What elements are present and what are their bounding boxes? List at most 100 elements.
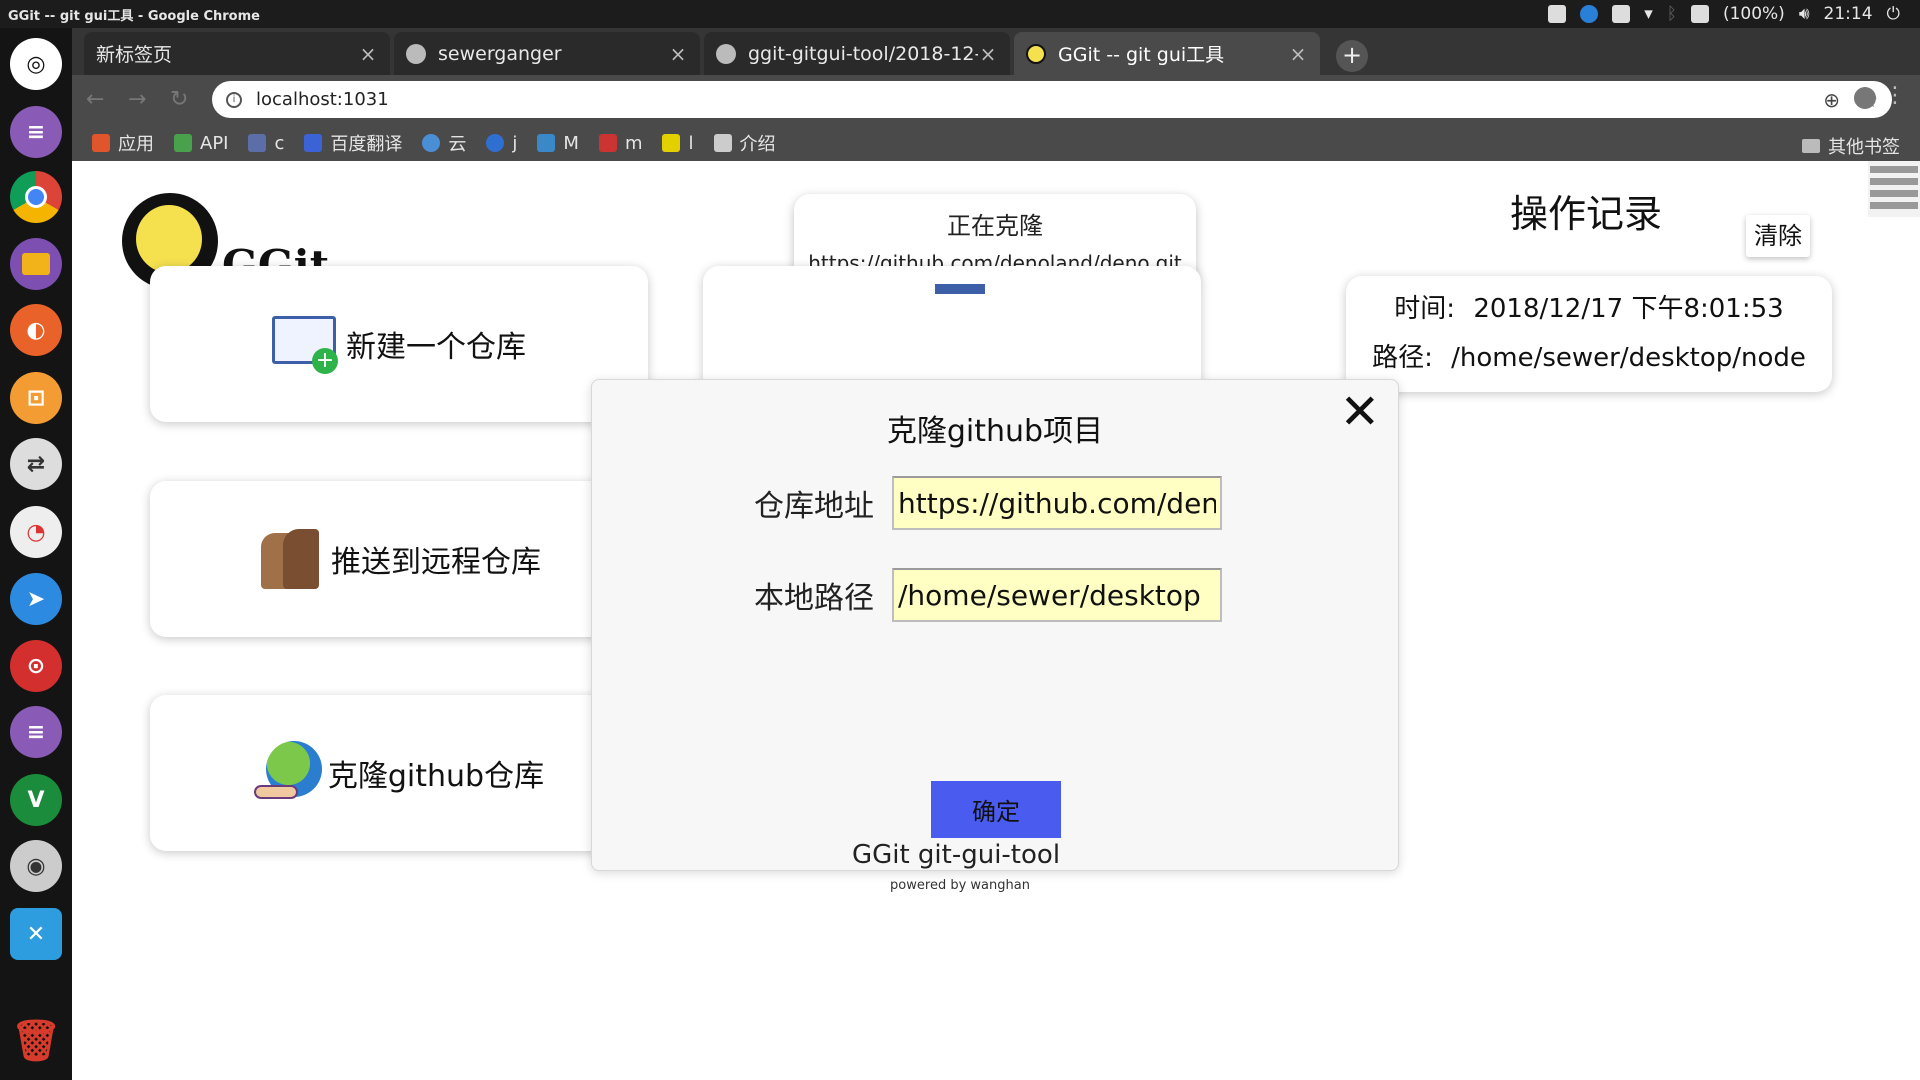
local-path-row: 本地路径 <box>592 568 1398 622</box>
cloud-icon <box>422 134 441 152</box>
forward-icon[interactable]: → <box>128 87 146 112</box>
card-label: 新建一个仓库 <box>346 330 526 365</box>
push-remote-card[interactable]: 推送到远程仓库 <box>150 481 648 637</box>
address-bar[interactable]: i localhost:1031 ⊕ ☆ <box>212 81 1892 118</box>
bookmark-apps[interactable]: 应用 <box>92 130 154 156</box>
workspace-icon[interactable] <box>1548 5 1567 23</box>
zoom-icon[interactable]: ⊕ <box>1823 88 1840 112</box>
paper-plane-icon[interactable]: ➤ <box>10 573 62 625</box>
text-editor-icon[interactable]: ≡ <box>10 106 62 158</box>
close-icon[interactable]: × <box>1288 42 1308 66</box>
chrome-icon[interactable] <box>10 171 62 223</box>
history-time-row: 时间: 2018/12/17 下午8:01:53 <box>1346 288 1832 325</box>
close-icon[interactable]: × <box>668 42 688 66</box>
history-entry: 时间: 2018/12/17 下午8:01:53 路径: /home/sewer… <box>1346 276 1832 392</box>
clone-github-card[interactable]: 克隆github仓库 <box>150 695 648 851</box>
tab-label: ggit-gitgui-tool/2018-12-1 <box>748 42 978 65</box>
other-bookmarks[interactable]: 其他书签 <box>1802 133 1900 159</box>
bookmark-label: 百度翻译 <box>330 134 403 155</box>
local-path-input[interactable] <box>892 568 1222 622</box>
bookmark-label: 应用 <box>118 134 154 155</box>
new-repo-card[interactable]: + 新建一个仓库 <box>150 266 648 422</box>
site-info-icon[interactable]: i <box>226 91 242 108</box>
app-page: GGit 正在克隆 https://github.com/denoland/de… <box>72 161 1920 1080</box>
bookmark-label: 其他书签 <box>1828 137 1900 158</box>
tab-label: GGit -- git gui工具 <box>1058 44 1225 66</box>
apps-grid-icon <box>92 134 110 152</box>
bookmark-label: API <box>200 132 229 154</box>
profile-avatar-icon[interactable] <box>1854 87 1876 109</box>
new-tab-button[interactable]: + <box>1336 40 1368 72</box>
notes-icon[interactable] <box>1612 5 1631 23</box>
telegram-icon[interactable] <box>1580 5 1599 23</box>
hamburger-menu-icon[interactable] <box>1868 161 1920 217</box>
bookmark-label: j <box>512 132 518 154</box>
close-icon[interactable]: ✕ <box>1340 388 1380 436</box>
url-text[interactable]: localhost:1031 <box>256 89 389 110</box>
bookmark-m-upper[interactable]: M <box>537 133 579 154</box>
wps-icon[interactable]: ✕ <box>10 908 62 960</box>
vim-icon[interactable]: V <box>10 774 62 826</box>
bluetooth-icon[interactable]: ᛒ <box>1667 4 1677 24</box>
tab-new-tab[interactable]: 新标签页 × <box>84 32 390 75</box>
repo-url-input[interactable] <box>892 476 1222 530</box>
power-icon[interactable]: ⏻ <box>1887 4 1900 24</box>
tab-label: sewerganger <box>438 42 562 65</box>
bookmark-api[interactable]: API <box>174 133 228 154</box>
bookmark-j[interactable]: j <box>486 133 517 154</box>
ggit-favicon-icon <box>1026 43 1046 64</box>
path-value: /home/sewer/desktop/node <box>1451 343 1806 373</box>
trash-icon[interactable]: 🗑︎ <box>10 1014 62 1066</box>
footer-title: GGit git-gui-tool <box>851 840 1061 870</box>
firefox-icon[interactable]: ◐ <box>10 304 62 356</box>
tab-ggit-repo[interactable]: ggit-gitgui-tool/2018-12-1 × <box>704 32 1010 75</box>
bookmark-intro[interactable]: 介绍 <box>713 130 776 156</box>
screenshot-app-icon[interactable]: ⊡ <box>10 372 62 424</box>
ubuntu-home-icon[interactable]: ◎ <box>10 38 62 90</box>
bookmark-l[interactable]: l <box>662 132 694 154</box>
files-icon[interactable] <box>10 238 62 290</box>
system-top-panel: GGit -- git gui工具 - Google Chrome ▾ ᛒ (1… <box>0 0 1920 28</box>
book-icon <box>713 134 732 152</box>
history-title: 操作记录 <box>1510 192 1663 236</box>
moon-icon <box>486 134 505 152</box>
repo-icon <box>915 284 985 376</box>
bookmark-c[interactable]: c <box>248 133 284 154</box>
bookmark-label: 云 <box>448 134 467 155</box>
mdn-icon <box>598 134 617 152</box>
horse-icon <box>257 527 325 591</box>
github-icon <box>406 43 426 64</box>
time-label: 时间: <box>1394 294 1456 324</box>
bookmark-label: l <box>688 132 694 154</box>
confirm-button[interactable]: 确定 <box>931 781 1061 838</box>
browser-toolbar: ← → ↻ i localhost:1031 ⊕ ☆ ⋮ <box>72 75 1920 125</box>
volume-icon[interactable]: 🔊︎ <box>1799 4 1810 24</box>
document-viewer-icon[interactable]: ≡ <box>10 706 62 758</box>
netease-music-icon[interactable]: ⊙ <box>10 640 62 692</box>
tab-ggit-app[interactable]: GGit -- git gui工具 × <box>1014 32 1320 75</box>
reload-icon[interactable]: ↻ <box>170 87 188 112</box>
bookmark-baidu-translate[interactable]: 百度翻译 <box>304 130 402 156</box>
bookmark-m-lower[interactable]: m <box>598 133 642 154</box>
clock[interactable]: 21:14 <box>1824 4 1873 24</box>
close-icon[interactable]: × <box>358 42 378 66</box>
hat-icon <box>248 134 267 152</box>
clear-history-button[interactable]: 清除 <box>1746 215 1810 257</box>
tab-label: 新标签页 <box>96 44 173 66</box>
translate-icon <box>304 134 323 152</box>
globe-hand-icon <box>253 741 322 805</box>
bookmark-m-icon <box>537 134 556 152</box>
toggle-settings-icon[interactable]: ⇄ <box>10 438 62 490</box>
pie-app-icon[interactable]: ◔ <box>10 506 62 558</box>
close-icon[interactable]: × <box>978 42 998 66</box>
battery-icon[interactable] <box>1690 5 1709 23</box>
github-icon <box>716 43 736 64</box>
menu-icon[interactable]: ⋮ <box>1884 83 1906 108</box>
tab-sewerganger[interactable]: sewerganger × <box>394 32 700 75</box>
repo-url-row: 仓库地址 <box>592 476 1398 530</box>
time-value: 2018/12/17 下午8:01:53 <box>1473 294 1784 324</box>
wifi-icon[interactable]: ▾ <box>1644 4 1653 24</box>
bookmark-cloud[interactable]: 云 <box>422 130 466 156</box>
back-icon[interactable]: ← <box>86 87 104 112</box>
tab-strip: 新标签页 × sewerganger × ggit-gitgui-tool/20… <box>72 28 1920 75</box>
